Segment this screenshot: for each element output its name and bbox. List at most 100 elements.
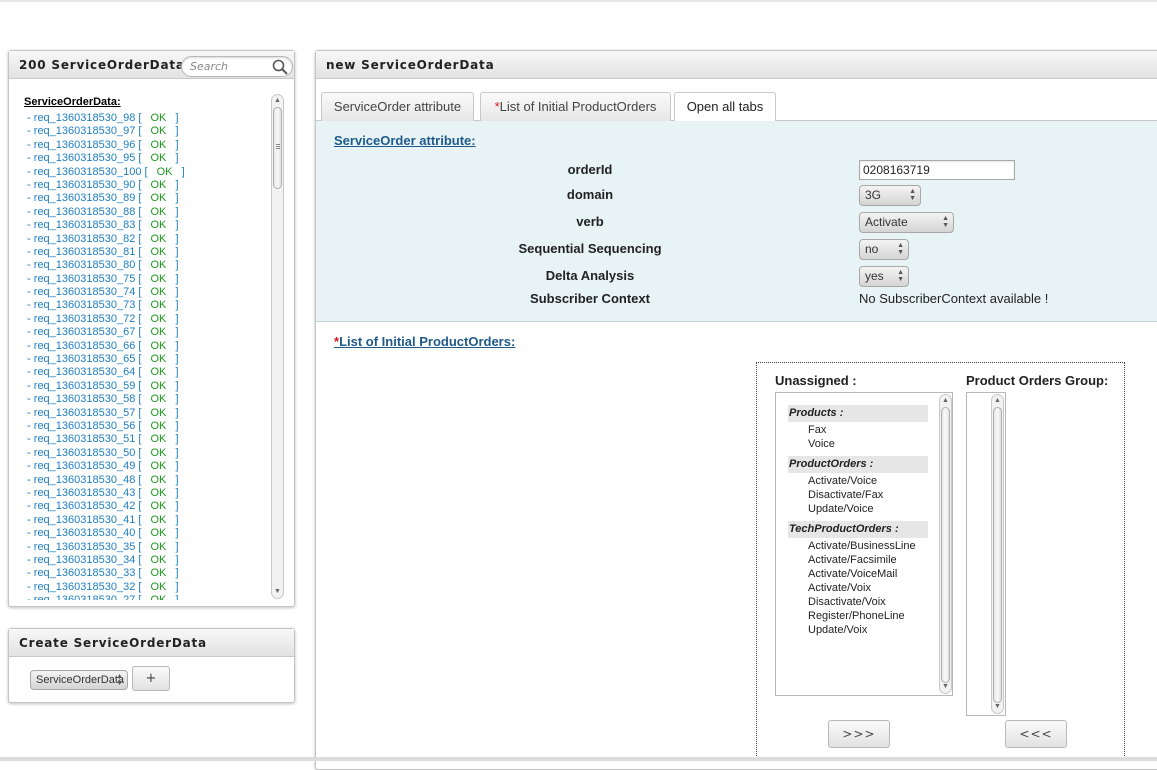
list-item[interactable]: - req_1360318530_90 [OK]	[24, 179, 274, 192]
listbox-option[interactable]: Disactivate/Fax	[808, 488, 883, 502]
req-link[interactable]: req_1360318530_83	[34, 219, 136, 231]
req-link[interactable]: req_1360318530_35	[34, 541, 136, 553]
req-link[interactable]: req_1360318530_74	[34, 286, 136, 298]
list-item[interactable]: - req_1360318530_89 [OK]	[24, 192, 274, 205]
req-link[interactable]: req_1360318530_97	[34, 125, 136, 137]
req-link[interactable]: req_1360318530_27	[34, 594, 136, 600]
scroll-down-icon[interactable]: ▼	[940, 682, 951, 692]
verb-select[interactable]: Activate ▲ ▼	[859, 212, 954, 233]
delta-select[interactable]: yes ▲ ▼	[859, 266, 909, 287]
type-select[interactable]: ServiceOrderData ▲ ▼	[30, 670, 128, 690]
unassigned-scrollbar[interactable]: ▲ ▼	[939, 394, 952, 694]
scroll-up-icon[interactable]: ▲	[940, 396, 951, 406]
req-link[interactable]: req_1360318530_80	[34, 259, 136, 271]
list-item[interactable]: - req_1360318530_67 [OK]	[24, 326, 274, 339]
search-input[interactable]	[188, 59, 270, 74]
unassign-button[interactable]: <<<	[1005, 720, 1067, 748]
list-item[interactable]: - req_1360318530_74 [OK]	[24, 286, 274, 299]
list-item[interactable]: - req_1360318530_48 [OK]	[24, 474, 274, 487]
search-box[interactable]	[181, 56, 293, 77]
req-link[interactable]: req_1360318530_34	[34, 554, 136, 566]
req-link[interactable]: req_1360318530_98	[34, 112, 136, 124]
list-item[interactable]: - req_1360318530_72 [OK]	[24, 313, 274, 326]
listbox-option[interactable]: Disactivate/Voix	[808, 595, 886, 609]
list-item[interactable]: - req_1360318530_59 [OK]	[24, 380, 274, 393]
req-link[interactable]: req_1360318530_72	[34, 313, 136, 325]
group-listbox[interactable]: ▲ ▼	[966, 392, 1006, 716]
list-item[interactable]: - req_1360318530_27 [OK]	[24, 594, 274, 600]
add-button[interactable]: +	[132, 666, 170, 691]
list-item[interactable]: - req_1360318530_51 [OK]	[24, 433, 274, 446]
unassigned-scroll-thumb[interactable]	[941, 407, 950, 683]
req-link[interactable]: req_1360318530_49	[34, 460, 136, 472]
listbox-option[interactable]: Voice	[808, 437, 835, 451]
req-link[interactable]: req_1360318530_51	[34, 433, 136, 445]
scroll-down-icon[interactable]: ▼	[272, 587, 283, 597]
list-item[interactable]: - req_1360318530_83 [OK]	[24, 219, 274, 232]
listbox-option[interactable]: Activate/Facsimile	[808, 553, 897, 567]
req-link[interactable]: req_1360318530_32	[34, 581, 136, 593]
req-link[interactable]: req_1360318530_50	[34, 447, 136, 459]
req-link[interactable]: req_1360318530_33	[34, 567, 136, 579]
scroll-up-icon[interactable]: ▲	[272, 96, 283, 106]
req-link[interactable]: req_1360318530_96	[34, 139, 136, 151]
list-item[interactable]: - req_1360318530_95 [OK]	[24, 152, 274, 165]
scroll-down-icon[interactable]: ▼	[992, 702, 1003, 712]
list-item[interactable]: - req_1360318530_49 [OK]	[24, 460, 274, 473]
req-link[interactable]: req_1360318530_100	[34, 166, 142, 178]
group-scroll-thumb[interactable]	[993, 407, 1002, 703]
req-link[interactable]: req_1360318530_48	[34, 474, 136, 486]
assign-button[interactable]: >>>	[828, 720, 890, 748]
scroll-up-icon[interactable]: ▲	[992, 396, 1003, 406]
req-link[interactable]: req_1360318530_81	[34, 246, 136, 258]
domain-select[interactable]: 3G ▲ ▼	[859, 185, 921, 206]
listbox-option[interactable]: Activate/VoiceMail	[808, 567, 897, 581]
search-icon[interactable]	[272, 59, 288, 75]
list-item[interactable]: - req_1360318530_97 [OK]	[24, 125, 274, 138]
list-item[interactable]: - req_1360318530_35 [OK]	[24, 541, 274, 554]
list-item[interactable]: - req_1360318530_75 [OK]	[24, 273, 274, 286]
list-item[interactable]: - req_1360318530_41 [OK]	[24, 514, 274, 527]
list-item[interactable]: - req_1360318530_43 [OK]	[24, 487, 274, 500]
list-item[interactable]: - req_1360318530_66 [OK]	[24, 340, 274, 353]
req-link[interactable]: req_1360318530_42	[34, 500, 136, 512]
list-item[interactable]: - req_1360318530_73 [OK]	[24, 299, 274, 312]
req-link[interactable]: req_1360318530_41	[34, 514, 136, 526]
list-item[interactable]: - req_1360318530_81 [OK]	[24, 246, 274, 259]
req-link[interactable]: req_1360318530_56	[34, 420, 136, 432]
req-link[interactable]: req_1360318530_65	[34, 353, 136, 365]
req-link[interactable]: req_1360318530_67	[34, 326, 136, 338]
list-item[interactable]: - req_1360318530_98 [OK]	[24, 112, 274, 125]
list-item[interactable]: - req_1360318530_50 [OK]	[24, 447, 274, 460]
list-item[interactable]: - req_1360318530_57 [OK]	[24, 407, 274, 420]
list-scroll-thumb[interactable]	[273, 107, 282, 189]
attribute-section-title[interactable]: ServiceOrder attribute:	[334, 133, 476, 148]
req-link[interactable]: req_1360318530_58	[34, 393, 136, 405]
list-item[interactable]: - req_1360318530_100 [OK]	[24, 166, 274, 179]
req-link[interactable]: req_1360318530_64	[34, 366, 136, 378]
listbox-option[interactable]: Activate/BusinessLine	[808, 539, 916, 553]
unassigned-listbox[interactable]: Products : Fax Voice ProductOrders : Activat…	[775, 392, 953, 696]
listbox-option[interactable]: Update/Voice	[808, 502, 873, 516]
productorders-section-title[interactable]: *List of Initial ProductOrders:	[334, 334, 515, 349]
listbox-option[interactable]: Update/Voix	[808, 623, 867, 637]
list-scrollbar[interactable]: ▲ ▼	[271, 94, 284, 599]
list-item[interactable]: - req_1360318530_56 [OK]	[24, 420, 274, 433]
req-link[interactable]: req_1360318530_66	[34, 340, 136, 352]
list-item[interactable]: - req_1360318530_58 [OK]	[24, 393, 274, 406]
listbox-option[interactable]: Register/PhoneLine	[808, 609, 905, 623]
list-item[interactable]: - req_1360318530_96 [OK]	[24, 139, 274, 152]
list-item[interactable]: - req_1360318530_33 [OK]	[24, 567, 274, 580]
req-link[interactable]: req_1360318530_89	[34, 192, 136, 204]
req-link[interactable]: req_1360318530_75	[34, 273, 136, 285]
req-link[interactable]: req_1360318530_43	[34, 487, 136, 499]
req-link[interactable]: req_1360318530_59	[34, 380, 136, 392]
req-link[interactable]: req_1360318530_95	[34, 152, 136, 164]
listbox-option[interactable]: Fax	[808, 423, 826, 437]
list-item[interactable]: - req_1360318530_42 [OK]	[24, 500, 274, 513]
req-link[interactable]: req_1360318530_90	[34, 179, 136, 191]
req-link[interactable]: req_1360318530_88	[34, 206, 136, 218]
list-item[interactable]: - req_1360318530_40 [OK]	[24, 527, 274, 540]
req-link[interactable]: req_1360318530_40	[34, 527, 136, 539]
list-item[interactable]: - req_1360318530_82 [OK]	[24, 233, 274, 246]
